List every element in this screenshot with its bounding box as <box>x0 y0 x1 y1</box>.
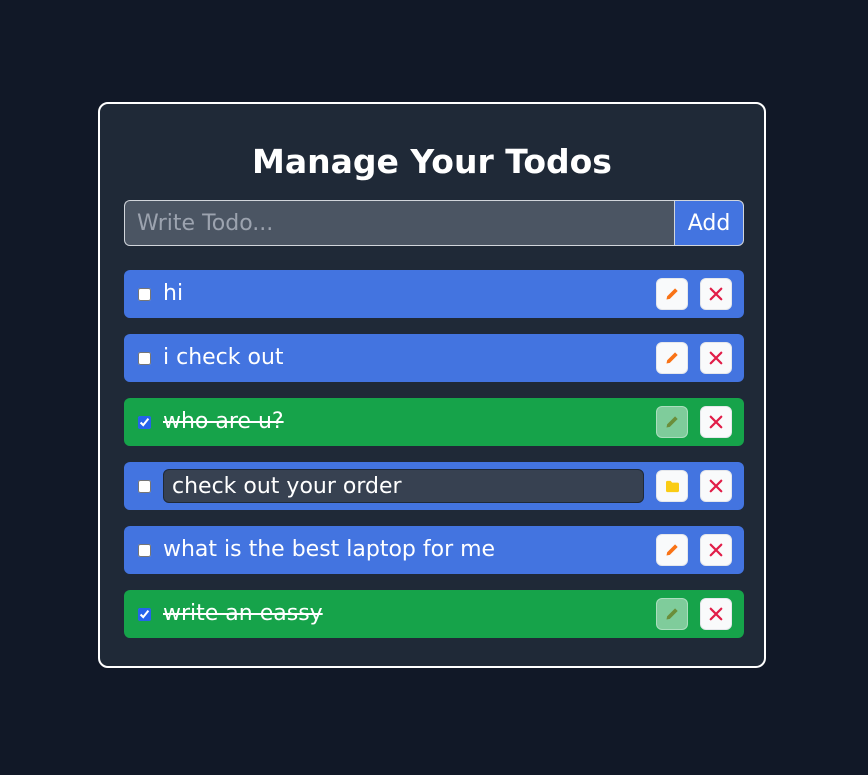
close-icon <box>709 607 723 621</box>
todo-text: write an eassy <box>163 601 323 626</box>
close-icon <box>709 415 723 429</box>
delete-button[interactable] <box>700 406 732 438</box>
close-icon <box>709 543 723 557</box>
todo-text: i check out <box>163 345 284 370</box>
todo-text: what is the best laptop for me <box>163 537 496 562</box>
todo-checkbox[interactable] <box>138 351 151 365</box>
add-button[interactable]: Add <box>674 200 744 246</box>
add-todo-form: Add <box>124 200 744 246</box>
todo-item: i check out <box>124 334 744 382</box>
delete-button[interactable] <box>700 470 732 502</box>
edit-button[interactable] <box>656 342 688 374</box>
todo-input[interactable] <box>124 200 674 246</box>
delete-button[interactable] <box>700 278 732 310</box>
edit-button[interactable] <box>656 534 688 566</box>
pencil-icon <box>666 352 678 364</box>
todo-checkbox[interactable] <box>138 543 151 557</box>
todo-list: hi i check out who are u? check out your… <box>124 270 744 654</box>
pencil-icon <box>666 608 678 620</box>
edit-button[interactable] <box>656 598 688 630</box>
pencil-icon <box>666 544 678 556</box>
delete-button[interactable] <box>700 534 732 566</box>
page-title: Manage Your Todos <box>252 142 612 181</box>
todo-checkbox[interactable] <box>138 607 151 621</box>
save-button[interactable] <box>656 470 688 502</box>
close-icon <box>709 479 723 493</box>
todo-item: hi <box>124 270 744 318</box>
delete-button[interactable] <box>700 342 732 374</box>
todo-edit-input[interactable] <box>163 469 644 503</box>
pencil-icon <box>666 288 678 300</box>
close-icon <box>709 351 723 365</box>
edit-button[interactable] <box>656 278 688 310</box>
todo-item: write an eassy <box>124 590 744 638</box>
todo-item: what is the best laptop for me <box>124 526 744 574</box>
todo-text: hi <box>163 281 184 306</box>
todo-item <box>124 462 744 510</box>
pencil-icon <box>666 416 678 428</box>
todo-checkbox[interactable] <box>138 287 151 301</box>
todo-card: Manage Your Todos Add hi i check out <box>98 102 766 668</box>
todo-text: who are u? <box>163 409 284 434</box>
todo-item: who are u? <box>124 398 744 446</box>
todo-checkbox[interactable] <box>138 415 151 429</box>
close-icon <box>709 287 723 301</box>
todo-checkbox[interactable] <box>138 479 151 493</box>
delete-button[interactable] <box>700 598 732 630</box>
edit-button[interactable] <box>656 406 688 438</box>
folder-icon <box>665 480 679 492</box>
